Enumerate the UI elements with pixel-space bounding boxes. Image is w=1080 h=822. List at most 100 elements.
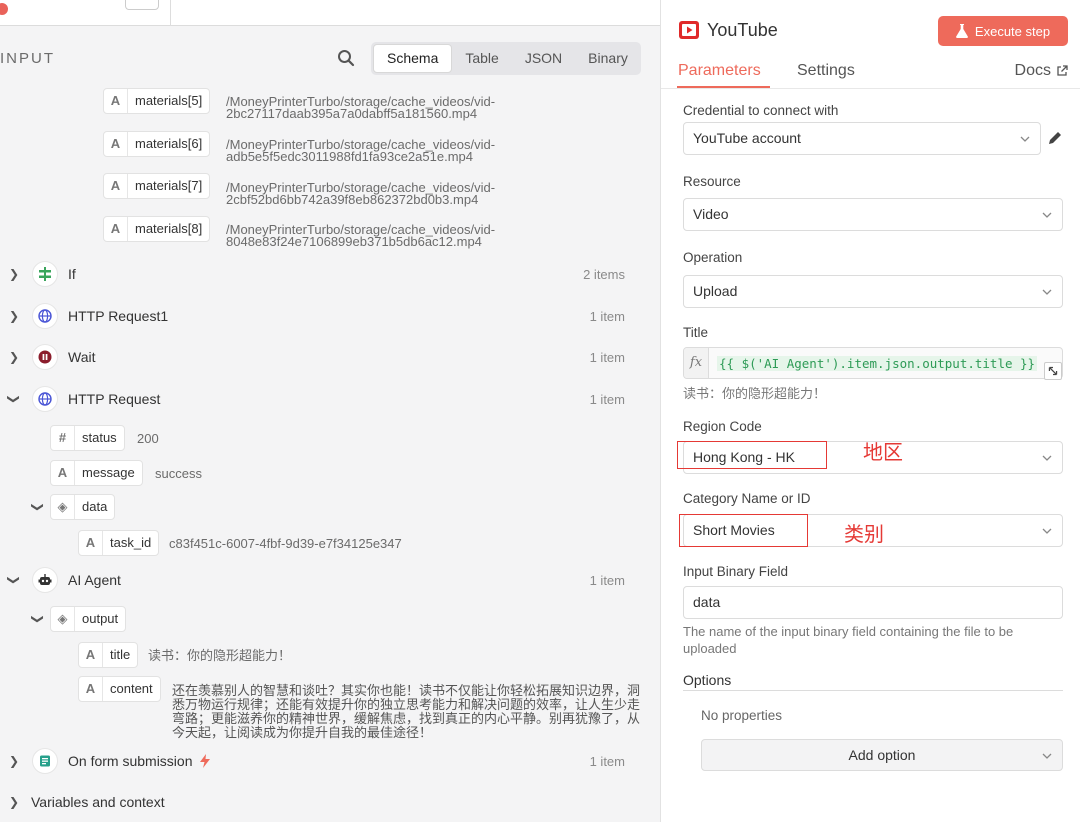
- chevron-right-icon[interactable]: ❯: [7, 309, 21, 323]
- variables-label: Variables and context: [31, 794, 165, 810]
- path-line: 2bc27117daab395a7a0dabff5a181560.mp4: [226, 106, 478, 121]
- operation-select[interactable]: Upload: [683, 275, 1063, 308]
- chevron-right-icon[interactable]: ❯: [7, 795, 21, 809]
- chevron-down-icon: [1042, 455, 1052, 461]
- schema-key-pill[interactable]: A message: [50, 460, 143, 486]
- string-type-icon: A: [79, 643, 103, 667]
- node-row-http-request[interactable]: ❯ HTTP Request 1 item: [0, 386, 645, 412]
- category-annotation: 类别: [844, 524, 884, 546]
- divider: [683, 690, 1063, 691]
- schema-key: content: [110, 681, 153, 696]
- schema-value: /MoneyPrinterTurbo/storage/cache_videos/…: [226, 138, 495, 163]
- node-row-if[interactable]: ❯ If 2 items: [0, 261, 645, 287]
- chevron-down-icon[interactable]: ❯: [7, 392, 21, 406]
- node-name: On form submission: [68, 753, 193, 769]
- options-label: Options: [683, 672, 732, 688]
- schema-key-pill[interactable]: A materials[5]: [103, 88, 211, 114]
- tab-schema[interactable]: Schema: [373, 44, 453, 73]
- schema-value: /MoneyPrinterTurbo/storage/cache_videos/…: [226, 181, 495, 207]
- node-name: HTTP Request1: [68, 308, 169, 324]
- trigger-bolt-icon: [200, 754, 210, 768]
- chevron-down-icon[interactable]: ❯: [31, 612, 45, 626]
- youtube-icon: [679, 21, 699, 39]
- chevron-down-icon: [1042, 753, 1052, 759]
- node-row-wait[interactable]: ❯ Wait 1 item: [0, 344, 645, 370]
- schema-key-pill[interactable]: A materials[7]: [103, 173, 211, 199]
- title-expression-input[interactable]: fx {{ $('AI Agent').item.json.output.tit…: [683, 347, 1063, 379]
- schema-key: materials[6]: [135, 136, 203, 151]
- schema-key-pill[interactable]: A content: [78, 676, 161, 702]
- resource-select[interactable]: Video: [683, 198, 1063, 231]
- expand-editor-icon[interactable]: [1044, 362, 1062, 380]
- binary-field-value: data: [693, 594, 721, 610]
- docs-link[interactable]: Docs: [1015, 62, 1068, 80]
- title-preview: 读书：你的隐形超能力！: [683, 386, 827, 401]
- credential-select[interactable]: YouTube account: [683, 122, 1041, 155]
- node-row-http-request1[interactable]: ❯ HTTP Request1 1 item: [0, 303, 645, 329]
- docs-label: Docs: [1014, 62, 1051, 79]
- node-row-ai-agent[interactable]: ❯ AI Agent 1 item: [0, 567, 645, 593]
- add-option-label: Add option: [848, 747, 916, 763]
- node-name: HTTP Request: [68, 391, 161, 407]
- string-type-icon: A: [104, 174, 128, 198]
- string-type-icon: A: [104, 132, 128, 156]
- node-name: AI Agent: [68, 572, 121, 588]
- tab-parameters[interactable]: Parameters: [678, 62, 761, 80]
- search-icon[interactable]: [336, 48, 356, 68]
- input-panel-title: INPUT: [0, 50, 55, 67]
- schema-key: task_id: [110, 535, 152, 550]
- operation-label: Operation: [683, 250, 743, 265]
- node-title: YouTube: [707, 20, 778, 40]
- schema-key-pill[interactable]: A materials[6]: [103, 131, 211, 157]
- schema-key: message: [82, 465, 135, 480]
- variables-and-context-row[interactable]: ❯ Variables and context: [0, 789, 645, 815]
- schema-key-pill[interactable]: A title: [78, 642, 139, 668]
- node-name: If: [68, 266, 76, 282]
- region-highlight-box: [677, 441, 827, 469]
- object-type-icon: ◈: [51, 495, 75, 519]
- schema-key-pill[interactable]: # status: [50, 425, 125, 451]
- credential-label: Credential to connect with: [683, 103, 839, 118]
- chevron-down-icon: [1042, 289, 1052, 295]
- tab-binary[interactable]: Binary: [575, 44, 641, 73]
- region-annotation: 地区: [863, 442, 903, 464]
- schema-value: c83f451c-6007-4fbf-9d39-e7f34125e347: [169, 536, 402, 551]
- item-count: 1 item: [589, 391, 625, 407]
- schema-key-pill[interactable]: A materials[8]: [103, 216, 211, 242]
- chevron-down-icon[interactable]: ❯: [7, 573, 21, 587]
- form-icon: [32, 748, 58, 774]
- title-label: Title: [683, 325, 709, 340]
- operation-value: Upload: [693, 283, 738, 299]
- string-type-icon: A: [104, 89, 128, 113]
- schema-value: 200: [137, 431, 159, 446]
- top-bar: [0, 0, 660, 26]
- title-expression: {{ $('AI Agent').item.json.output.title …: [717, 356, 1038, 371]
- path-line: 2cbf52bd6bb742a39f8eb862372bd0b3.mp4: [226, 192, 479, 207]
- chevron-right-icon[interactable]: ❯: [7, 754, 21, 768]
- add-option-button[interactable]: Add option: [701, 739, 1063, 771]
- credential-value: YouTube account: [693, 130, 801, 146]
- execute-step-button[interactable]: Execute step: [938, 16, 1068, 46]
- resource-label: Resource: [683, 174, 741, 189]
- schema-key-pill[interactable]: ◈ output: [50, 606, 127, 632]
- tab-json[interactable]: JSON: [512, 44, 575, 73]
- schema-key-pill[interactable]: A task_id: [78, 530, 160, 556]
- resource-value: Video: [693, 206, 729, 222]
- binary-field-input[interactable]: data: [683, 586, 1063, 619]
- schema-value: 还在羡慕别人的智慧和谈吐？其实你也能！读书不仅能让你轻松拓展知识边界，洞悉万物运…: [172, 683, 641, 740]
- tab-settings[interactable]: Settings: [797, 62, 855, 80]
- item-count: 1 item: [589, 308, 625, 324]
- if-icon: [32, 261, 58, 287]
- chevron-right-icon[interactable]: ❯: [7, 350, 21, 364]
- string-type-icon: A: [79, 531, 103, 555]
- chevron-right-icon[interactable]: ❯: [7, 267, 21, 281]
- schema-key-pill[interactable]: ◈ data: [50, 494, 116, 520]
- tab-table[interactable]: Table: [452, 44, 511, 73]
- chevron-down-icon: [1020, 136, 1030, 142]
- node-row-on-form-submission[interactable]: ❯ On form submission 1 item: [0, 748, 645, 774]
- item-count: 1 item: [589, 349, 625, 365]
- chevron-down-icon[interactable]: ❯: [31, 500, 45, 514]
- edit-pencil-icon[interactable]: [1047, 130, 1063, 146]
- toolbar-button[interactable]: [125, 0, 159, 10]
- category-label: Category Name or ID: [683, 491, 811, 506]
